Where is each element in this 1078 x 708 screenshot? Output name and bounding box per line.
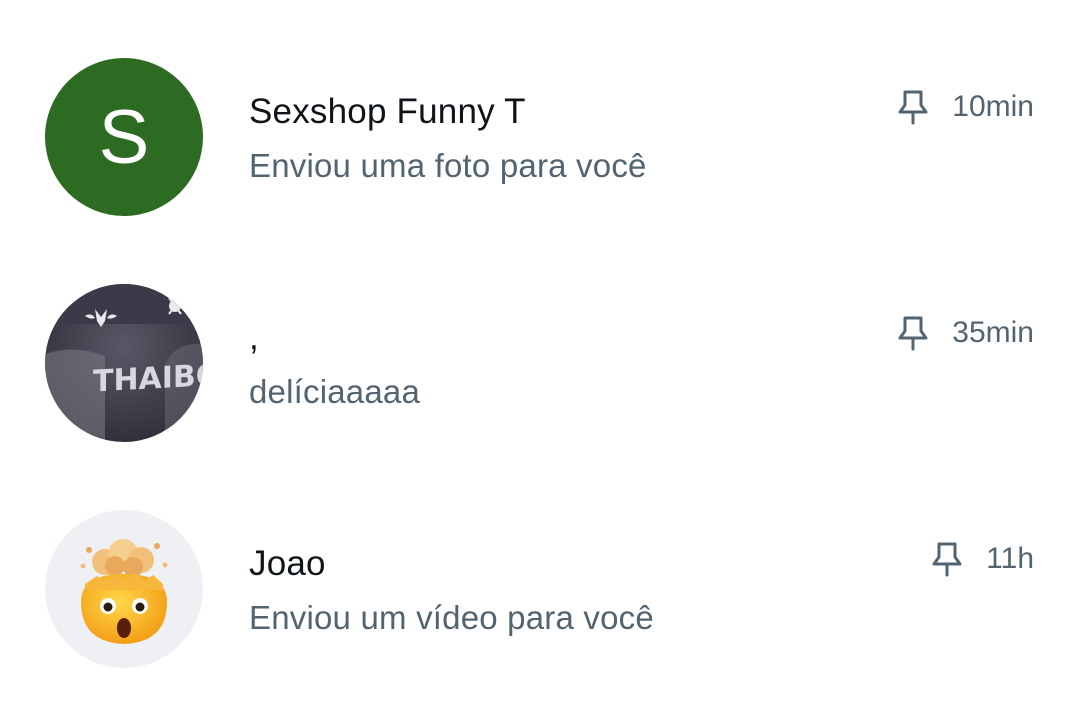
timestamp: 10min	[952, 90, 1034, 123]
conversation-name: Joao	[249, 544, 326, 583]
timestamp: 11h	[986, 542, 1034, 575]
avatar[interactable]: S	[45, 58, 203, 216]
conversation-item[interactable]: Joao Enviou um vídeo para você 11h	[0, 489, 1078, 689]
conversation-meta: 35min	[896, 315, 1034, 351]
pin-icon	[898, 90, 928, 125]
timestamp: 35min	[952, 316, 1034, 349]
conversation-list: S Sexshop Funny T Enviou uma foto para v…	[0, 0, 1078, 708]
conversation-preview: delíciaaaaa	[249, 373, 421, 410]
conversation-meta: 11h	[930, 541, 1034, 577]
avatar-photo-text: THAIBOY	[93, 357, 203, 400]
conversation-meta: 10min	[896, 89, 1034, 125]
conversation-name: ,	[249, 318, 259, 357]
pin-icon	[932, 542, 962, 577]
avatar[interactable]: THAIBOY	[45, 284, 203, 442]
avatar-letter: S	[98, 94, 150, 180]
conversation-name: Sexshop Funny T	[249, 92, 526, 131]
conversation-item[interactable]: THAIBOY , delíciaaaaa 35min	[0, 263, 1078, 463]
pin-icon	[898, 316, 928, 351]
avatar[interactable]	[45, 510, 203, 668]
exploding-head-emoji-icon	[80, 539, 168, 644]
conversation-preview: Enviou um vídeo para você	[249, 599, 654, 636]
conversation-preview: Enviou uma foto para você	[249, 147, 647, 184]
conversation-item[interactable]: S Sexshop Funny T Enviou uma foto para v…	[0, 37, 1078, 237]
